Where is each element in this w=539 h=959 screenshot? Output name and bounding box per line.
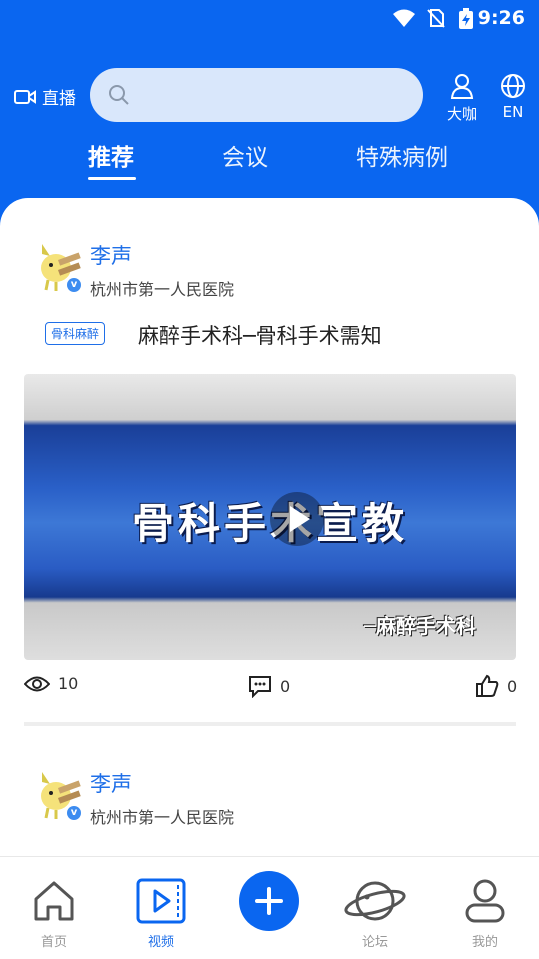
expert-label: 大咖 (446, 105, 477, 123)
nav-profile-label: 我的 (471, 935, 498, 950)
eye-icon (24, 676, 50, 691)
globe-icon (501, 74, 525, 98)
plus-icon[interactable] (239, 871, 299, 931)
tab-recommend[interactable]: 推荐 (88, 138, 134, 172)
category-tag[interactable]: 骨科麻醉 (45, 322, 106, 345)
nav-home[interactable]: 首页 (19, 877, 89, 950)
expert-button[interactable]: 大咖 (440, 73, 484, 124)
nav-home-label: 首页 (40, 935, 67, 950)
tab-special-cases[interactable]: 特殊病例 (356, 138, 448, 172)
user-icon (465, 879, 505, 923)
bottom-nav: 首页 视频 论坛 我的 (0, 856, 539, 959)
post-title[interactable]: 麻醉手术科─骨科手术需知 (138, 320, 382, 350)
language-button[interactable]: EN (491, 73, 535, 121)
wifi-icon (393, 9, 415, 27)
nav-video[interactable]: 视频 (126, 877, 196, 950)
video-sub-text: ─麻醉手术科 (363, 614, 476, 638)
camera-icon (14, 89, 36, 104)
tab-underline (88, 177, 136, 180)
author-name[interactable]: 李声 (90, 768, 132, 798)
comment-icon (249, 676, 271, 698)
play-icon[interactable] (270, 492, 324, 546)
live-button[interactable]: 直播 (14, 84, 76, 109)
nav-profile[interactable]: 我的 (450, 877, 520, 950)
video-player[interactable]: 骨科手术宣教 ─麻醉手术科 (24, 374, 516, 660)
status-time: 9:26 (477, 7, 525, 29)
planet-icon (344, 881, 406, 921)
doctor-icon (450, 74, 474, 99)
live-label: 直播 (42, 89, 76, 109)
no-sim-icon (427, 9, 445, 28)
battery-charging-icon (459, 8, 473, 29)
feed[interactable]: 李声 v 杭州市第一人民医院 骨科麻醉 麻醉手术科─骨科手术需知 骨科手术宣教 … (0, 198, 539, 858)
like-button[interactable]: 0 (475, 674, 517, 698)
hospital-name: 杭州市第一人民医院 (90, 280, 235, 299)
search-input[interactable] (90, 68, 423, 122)
like-count: 0 (507, 676, 518, 696)
header: 9:26 直播 大咖 EN 推荐 会议 特殊病例 (0, 0, 539, 230)
video-icon (136, 878, 186, 924)
author-name[interactable]: 李声 (90, 240, 132, 270)
nav-forum-label: 论坛 (361, 935, 388, 950)
thumbs-up-icon (476, 674, 499, 697)
tab-meetings[interactable]: 会议 (222, 138, 268, 172)
comment-button[interactable]: 0 (248, 674, 290, 698)
nav-video-label: 视频 (147, 935, 174, 950)
comment-count: 0 (280, 676, 291, 696)
search-icon (109, 85, 129, 105)
divider (24, 722, 516, 726)
views-count: 10 (58, 674, 79, 693)
verified-icon: v (67, 278, 81, 292)
nav-forum[interactable]: 论坛 (340, 877, 410, 950)
hospital-name: 杭州市第一人民医院 (90, 808, 235, 827)
language-label: EN (502, 103, 524, 121)
verified-icon: v (67, 806, 81, 820)
views-stat: 10 (24, 674, 78, 693)
top-tabs: 推荐 会议 特殊病例 (0, 138, 539, 182)
home-icon (34, 881, 74, 921)
status-bar: 9:26 (0, 0, 539, 36)
